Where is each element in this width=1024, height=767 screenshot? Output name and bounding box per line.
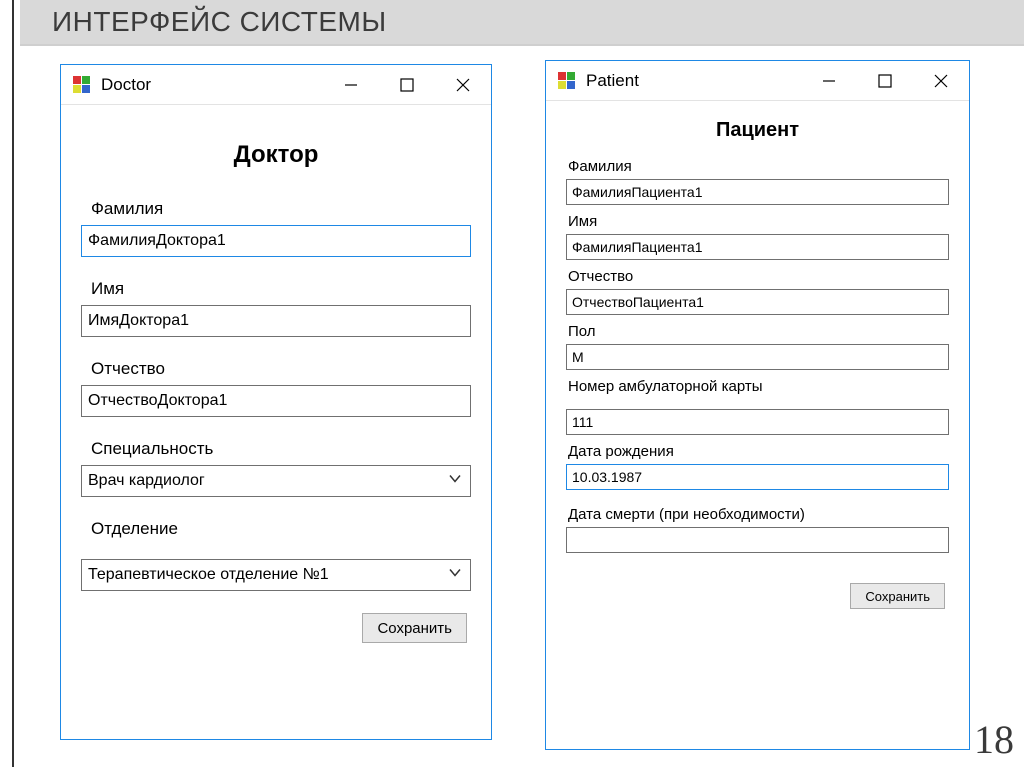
minimize-button[interactable] — [323, 65, 379, 105]
patient-dod-input[interactable] — [566, 527, 949, 553]
doctor-specialty-select[interactable]: Врач кардиолог — [81, 465, 471, 497]
doctor-department-value: Терапевтическое отделение №1 — [88, 566, 329, 584]
patient-gender-input[interactable] — [566, 344, 949, 370]
close-button[interactable] — [913, 61, 969, 101]
doctor-department-select[interactable]: Терапевтическое отделение №1 — [81, 559, 471, 591]
doctor-lastname-input[interactable] — [81, 225, 471, 257]
close-button[interactable] — [435, 65, 491, 105]
patient-cardnum-input[interactable] — [566, 409, 949, 435]
doctor-lastname-label: Фамилия — [91, 199, 471, 219]
doctor-department-label: Отделение — [91, 519, 471, 539]
minimize-button[interactable] — [801, 61, 857, 101]
doctor-form: Доктор Фамилия Имя Отчество Специальност… — [61, 105, 491, 643]
patient-form-heading: Пациент — [566, 119, 949, 142]
doctor-specialty-value: Врач кардиолог — [88, 472, 205, 490]
doctor-firstname-input[interactable] — [81, 305, 471, 337]
chevron-down-icon — [448, 472, 462, 491]
doctor-form-heading: Доктор — [81, 141, 471, 169]
patient-window-titlebar[interactable]: Patient — [546, 61, 969, 101]
patient-dod-label: Дата смерти (при необходимости) — [568, 506, 949, 523]
patient-lastname-input[interactable] — [566, 179, 949, 205]
patient-dob-input[interactable] — [566, 464, 949, 490]
chevron-down-icon — [448, 566, 462, 585]
app-icon — [73, 76, 91, 94]
slide-page-number: 18 — [974, 716, 1014, 763]
patient-save-button[interactable]: Сохранить — [850, 583, 945, 609]
patient-firstname-label: Имя — [568, 213, 949, 230]
doctor-specialty-label: Специальность — [91, 439, 471, 459]
patient-firstname-input[interactable] — [566, 234, 949, 260]
patient-patronymic-input[interactable] — [566, 289, 949, 315]
slide-title: ИНТЕРФЕЙС СИСТЕМЫ — [52, 6, 387, 38]
slide-title-bar: ИНТЕРФЕЙС СИСТЕМЫ — [20, 0, 1024, 46]
doctor-save-button[interactable]: Сохранить — [362, 613, 467, 643]
patient-window-title: Patient — [586, 71, 639, 91]
doctor-window-title: Doctor — [101, 75, 151, 95]
doctor-window-titlebar[interactable]: Doctor — [61, 65, 491, 105]
patient-lastname-label: Фамилия — [568, 158, 949, 175]
maximize-button[interactable] — [857, 61, 913, 101]
patient-window: Patient Пациент Фамилия Имя Отчество — [545, 60, 970, 750]
doctor-patronymic-input[interactable] — [81, 385, 471, 417]
doctor-window: Doctor Доктор Фамилия Имя Отчество Сп — [60, 64, 492, 740]
maximize-button[interactable] — [379, 65, 435, 105]
patient-gender-label: Пол — [568, 323, 949, 340]
decorative-vertical-line — [12, 0, 14, 767]
doctor-patronymic-label: Отчество — [91, 359, 471, 379]
patient-cardnum-label: Номер амбулаторной карты — [568, 378, 949, 395]
patient-dob-label: Дата рождения — [568, 443, 949, 460]
doctor-firstname-label: Имя — [91, 279, 471, 299]
patient-patronymic-label: Отчество — [568, 268, 949, 285]
patient-form: Пациент Фамилия Имя Отчество Пол Номер а… — [546, 101, 969, 609]
app-icon — [558, 72, 576, 90]
